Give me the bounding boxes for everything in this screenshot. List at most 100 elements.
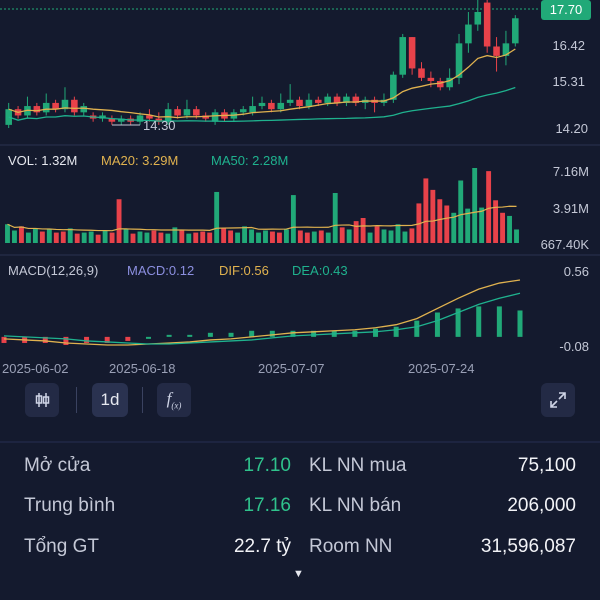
volume-bar bbox=[381, 229, 387, 243]
foreign-sell-value: 206,000 bbox=[507, 495, 576, 516]
volume-bar bbox=[263, 230, 268, 243]
volume-bar bbox=[297, 230, 303, 243]
candle-body bbox=[258, 102, 266, 107]
volume-bar bbox=[214, 191, 220, 243]
current-price-tag: 17.70 bbox=[541, 0, 591, 20]
candle-type-button[interactable] bbox=[25, 383, 59, 417]
volume-bar bbox=[137, 231, 143, 243]
indicator-button[interactable]: f(x) bbox=[157, 383, 191, 417]
macd-axis-label: 0.56 bbox=[564, 264, 589, 279]
volume-bar bbox=[228, 230, 234, 243]
volume-bar bbox=[437, 199, 443, 243]
macd-histogram-bar bbox=[63, 336, 69, 345]
volume-bar bbox=[507, 215, 512, 243]
macd-histogram-bar bbox=[434, 312, 440, 337]
candle-body bbox=[315, 99, 322, 103]
volume-bar bbox=[144, 232, 150, 243]
candle-body bbox=[183, 109, 191, 116]
fullscreen-button[interactable] bbox=[541, 383, 575, 417]
volume-bar bbox=[325, 232, 331, 243]
date-label: 2025-06-02 bbox=[2, 361, 69, 376]
volume-bar bbox=[12, 230, 17, 243]
candle-body bbox=[474, 12, 482, 25]
volume-bar bbox=[88, 231, 94, 243]
volume-bar bbox=[207, 232, 213, 243]
volume-bar bbox=[332, 193, 338, 243]
volume-bar bbox=[256, 232, 261, 243]
macd-histogram-bar bbox=[207, 332, 213, 337]
macd-histogram-bar bbox=[517, 310, 523, 337]
volume-bar bbox=[270, 231, 275, 243]
foreign-sell-label: KL NN bán bbox=[309, 495, 402, 516]
volume-bar bbox=[479, 207, 485, 243]
info-row: Trung bình 17.16 KL NN bán 206,000 bbox=[0, 495, 600, 519]
stock-chart[interactable]: 16.42 15.31 14.20 14.30 VOL: 1.32M MA20:… bbox=[0, 0, 600, 385]
volume-bar bbox=[60, 231, 66, 243]
volume-bar bbox=[25, 232, 31, 243]
candle-body bbox=[286, 99, 294, 103]
candle-body bbox=[296, 99, 303, 107]
candle-body bbox=[408, 37, 416, 69]
candle-body bbox=[418, 68, 425, 78]
macd-histogram-bar bbox=[373, 328, 379, 337]
volume-bar bbox=[486, 171, 492, 243]
volume-bar bbox=[346, 229, 352, 243]
volume-bar bbox=[514, 229, 519, 243]
volume-bar bbox=[249, 229, 254, 243]
macd-histogram-bar bbox=[84, 336, 90, 343]
volume-bar bbox=[458, 180, 464, 243]
volume-bar bbox=[304, 232, 310, 243]
info-row: Mở cửa 17.10 KL NN mua 75,100 bbox=[0, 455, 600, 479]
average-label: Trung bình bbox=[24, 495, 116, 516]
candle-body bbox=[465, 24, 472, 44]
macd-histogram-bar bbox=[269, 330, 275, 337]
candle-body bbox=[427, 77, 435, 81]
interval-button[interactable]: 1d bbox=[92, 383, 128, 417]
volume-bar bbox=[339, 227, 345, 243]
macd-axis-label: -0.08 bbox=[559, 339, 589, 354]
volume-bar bbox=[430, 189, 436, 243]
volume-axis-label: 3.91M bbox=[553, 201, 589, 216]
volume-bar bbox=[402, 231, 408, 243]
volume-bar bbox=[18, 226, 24, 243]
macd-histogram-bar bbox=[496, 306, 502, 337]
foreign-room-label: Room NN bbox=[309, 536, 393, 557]
foreign-buy-label: KL NN mua bbox=[309, 455, 407, 476]
macd-histogram-bar bbox=[249, 330, 255, 337]
candle-body bbox=[333, 96, 341, 103]
volume-bar bbox=[81, 232, 87, 243]
macd-histogram-bar bbox=[166, 334, 172, 337]
volume-bar bbox=[283, 229, 289, 243]
candle-body bbox=[305, 99, 313, 107]
toolbar-separator bbox=[76, 387, 77, 413]
volume-bar bbox=[388, 230, 394, 243]
volume-bar bbox=[367, 232, 373, 243]
volume-bar bbox=[395, 224, 401, 243]
volume-bar bbox=[116, 199, 122, 243]
macd-histogram-bar bbox=[393, 326, 399, 337]
volume-bar bbox=[374, 226, 380, 243]
candle-body bbox=[399, 37, 407, 75]
open-value: 17.10 bbox=[243, 455, 291, 476]
volume-bar bbox=[235, 232, 241, 243]
candle-body bbox=[483, 2, 491, 47]
open-label: Mở cửa bbox=[24, 455, 91, 476]
candle-body bbox=[512, 18, 519, 44]
volume-bar bbox=[221, 228, 227, 243]
candle-body bbox=[193, 109, 200, 116]
candle-body bbox=[211, 112, 219, 122]
volume-bar bbox=[123, 229, 129, 243]
price-axis-label: 16.42 bbox=[552, 38, 585, 53]
volume-bar bbox=[102, 230, 108, 243]
dif-line bbox=[3, 279, 521, 346]
volume-bar bbox=[500, 212, 506, 243]
price-axis-label: 15.31 bbox=[552, 74, 585, 89]
candle-body bbox=[71, 99, 78, 113]
volume-bar bbox=[130, 233, 136, 243]
caret-down-icon[interactable]: ▼ bbox=[293, 568, 304, 580]
volume-bar bbox=[290, 195, 296, 243]
macd-histogram-bar bbox=[145, 336, 151, 339]
total-value: 22.7 tỷ bbox=[233, 536, 291, 557]
volume-bar bbox=[53, 232, 59, 243]
candle-body bbox=[277, 102, 285, 110]
